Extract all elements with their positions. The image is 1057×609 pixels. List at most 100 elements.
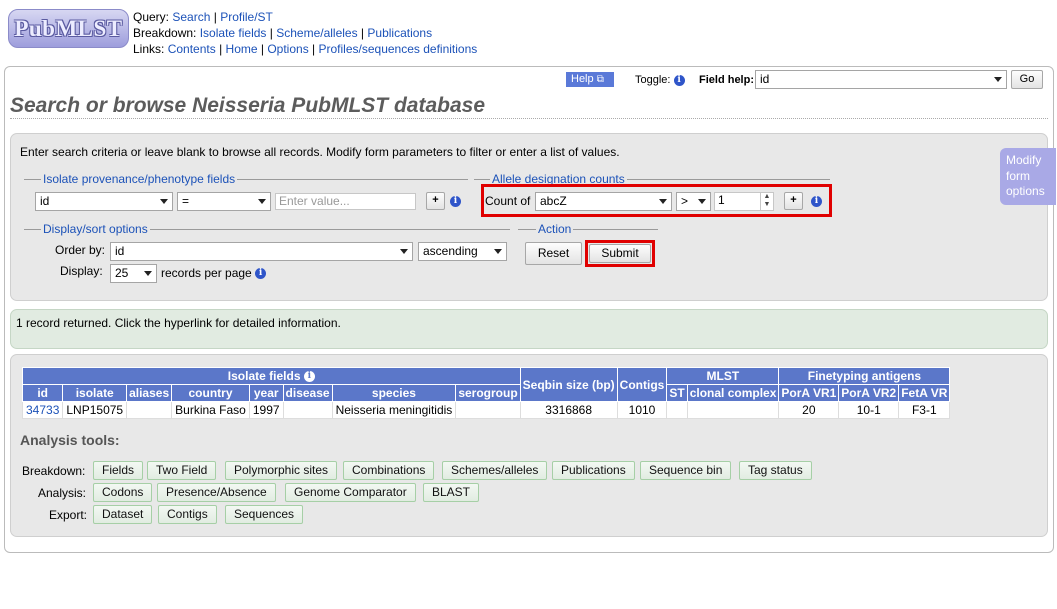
sort-direction-select[interactable]: ascending [418, 242, 507, 261]
per-page-value: 25 [115, 266, 129, 280]
col-header-st[interactable]: ST [666, 384, 688, 402]
nav-link-profiles-definitions[interactable]: Profiles/sequences definitions [319, 42, 478, 56]
toggle-label: Toggle: [635, 74, 671, 86]
col-header-serogroup[interactable]: serogroup [455, 384, 521, 402]
cell-feta-vr: F3-1 [898, 401, 951, 419]
allele-locus-select[interactable]: abcZ [535, 192, 672, 211]
go-button[interactable]: Go [1011, 70, 1043, 89]
add-allele-count-button[interactable]: + [784, 192, 803, 210]
col-header-id[interactable]: id [21, 384, 64, 402]
pubmlst-logo[interactable]: PubMLST [8, 9, 129, 48]
nav-link-scheme-alleles[interactable]: Scheme/alleles [276, 26, 357, 40]
provenance-operator-select[interactable]: = [177, 192, 271, 211]
tool-fields-button[interactable]: Fields [93, 461, 144, 480]
chevron-down-icon [494, 249, 502, 254]
col-header-isolate[interactable]: isolate [62, 384, 128, 402]
field-help-select[interactable]: id [755, 70, 1007, 89]
add-provenance-field-button[interactable]: + [426, 192, 445, 210]
tool-polymorphic-sites-button[interactable]: Polymorphic sites [225, 461, 338, 480]
tool-sequences-button[interactable]: Sequences [225, 505, 304, 524]
query-nav: Query: Search | Profile/ST [133, 10, 273, 24]
order-by-value: id [115, 244, 125, 258]
tool-genome-comparator-button[interactable]: Genome Comparator [285, 483, 416, 502]
nav-link-options[interactable]: Options [267, 42, 308, 56]
provenance-value-input[interactable]: Enter value... [275, 193, 416, 210]
display-label: Display: [60, 264, 103, 278]
cell-isolate: LNP15075 [62, 401, 128, 419]
nav-link-search[interactable]: Search [172, 10, 210, 24]
nav-link-profile-st[interactable]: Profile/ST [220, 10, 273, 24]
stepper-arrows-icon[interactable]: ▲ ▼ [760, 193, 773, 210]
tool-codons-button[interactable]: Codons [93, 483, 153, 502]
tool-two-field-button[interactable]: Two Field [147, 461, 217, 480]
col-header-species[interactable]: species [331, 384, 457, 402]
cell-id: 34733 [21, 401, 64, 419]
breakdown-label: Breakdown: [133, 26, 197, 40]
cell-clonal-complex [686, 401, 780, 419]
nav-link-home[interactable]: Home [226, 42, 258, 56]
allele-operator-select[interactable]: > [676, 192, 711, 211]
chevron-down-icon [258, 199, 266, 204]
tool-contigs-button[interactable]: Contigs [158, 505, 217, 524]
seqbin-header[interactable]: Seqbin size (bp) [519, 367, 618, 402]
tool-schemes-alleles-button[interactable]: Schemes/alleles [442, 461, 548, 480]
allele-count-stepper[interactable]: 1 ▲ ▼ [714, 192, 774, 211]
isolate-id-link[interactable]: 34733 [26, 403, 59, 417]
tool-tag-status-button[interactable]: Tag status [739, 461, 812, 480]
tool-publications-button[interactable]: Publications [552, 461, 635, 480]
chevron-down-icon [144, 271, 152, 276]
tool-blast-button[interactable]: BLAST [423, 483, 480, 502]
display-legend: Display/sort options [41, 222, 150, 236]
breakdown-tools-label: Breakdown: [22, 464, 86, 478]
analysis-tools-label: Analysis: [38, 486, 87, 500]
tool-presence-absence-button[interactable]: Presence/Absence [157, 483, 276, 502]
reset-button[interactable]: Reset [525, 242, 582, 265]
toggle-info-icon[interactable]: i [673, 74, 685, 86]
modify-form-options-tab[interactable]: Modify form options [1000, 148, 1056, 205]
nav-link-publications[interactable]: Publications [367, 26, 432, 40]
nav-link-isolate-fields[interactable]: Isolate fields [200, 26, 267, 40]
provenance-field-select[interactable]: id [35, 192, 173, 211]
query-label: Query: [133, 10, 170, 24]
isolate-fields-info-icon[interactable]: i [303, 371, 315, 383]
table-column-header-row: id isolate aliases country year disease … [21, 384, 951, 402]
links-label: Links: [133, 42, 165, 56]
cell-year: 1997 [248, 401, 284, 419]
col-header-aliases[interactable]: aliases [126, 384, 173, 402]
submit-button[interactable]: Submit [589, 244, 651, 263]
display-info-icon[interactable]: i [255, 268, 267, 280]
contigs-header[interactable]: Contigs [616, 367, 668, 402]
col-header-pora-vr2[interactable]: PorA VR2 [838, 384, 900, 402]
col-header-country[interactable]: country [171, 384, 250, 402]
allele-count-value: 1 [718, 193, 725, 207]
allele-counts-info-icon[interactable]: i [811, 196, 822, 207]
cell-serogroup [455, 401, 521, 419]
links-nav: Links: Contents | Home | Options | Profi… [133, 42, 478, 56]
sort-direction-value: ascending [423, 244, 478, 258]
chevron-down-icon [160, 199, 168, 204]
cell-species: Neisseria meningitidis [331, 401, 457, 419]
export-tools-label: Export: [49, 508, 88, 522]
count-of-label: Count of [485, 194, 531, 208]
col-header-feta-vr[interactable]: FetA VR [898, 384, 951, 402]
tool-sequence-bin-button[interactable]: Sequence bin [640, 461, 732, 480]
analysis-tools-heading: Analysis tools: [20, 432, 120, 448]
provenance-info-icon[interactable]: i [450, 196, 461, 207]
tool-combinations-button[interactable]: Combinations [343, 461, 435, 480]
per-page-suffix-text: records per page [161, 266, 252, 280]
provenance-legend: Isolate provenance/phenotype fields [41, 172, 238, 186]
per-page-select[interactable]: 25 [110, 264, 157, 283]
modify-tab-line-3: options [1006, 184, 1045, 198]
order-by-select[interactable]: id [110, 242, 413, 261]
col-header-disease[interactable]: disease [282, 384, 333, 402]
isolate-fields-header: Isolate fields i [22, 367, 521, 385]
field-help-label: Field help: [699, 74, 754, 86]
col-header-clonal-complex[interactable]: clonal complex [686, 384, 780, 402]
breakdown-nav: Breakdown: Isolate fields | Scheme/allel… [133, 26, 433, 40]
help-button[interactable]: Help ⧉ [566, 72, 614, 87]
modify-tab-line-1: Modify [1006, 153, 1042, 167]
tool-dataset-button[interactable]: Dataset [93, 505, 153, 524]
col-header-year[interactable]: year [248, 384, 284, 402]
col-header-pora-vr1[interactable]: PorA VR1 [778, 384, 840, 402]
nav-link-contents[interactable]: Contents [168, 42, 216, 56]
